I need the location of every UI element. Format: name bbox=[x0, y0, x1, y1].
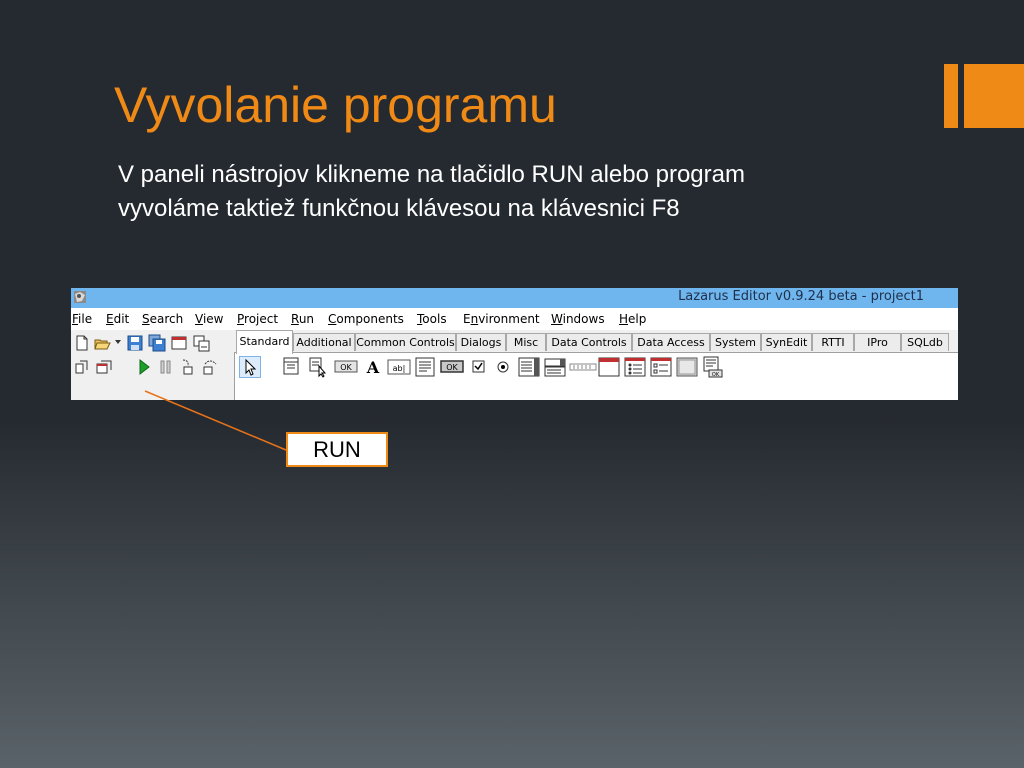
svg-text:OK: OK bbox=[340, 363, 352, 372]
menu-search[interactable]: Search bbox=[142, 312, 183, 326]
main-menu-icon[interactable] bbox=[281, 356, 305, 378]
listbox-icon[interactable] bbox=[517, 356, 541, 378]
menu-help[interactable]: Help bbox=[619, 312, 646, 326]
radiogroup-icon[interactable] bbox=[623, 356, 647, 378]
body-line-2: vyvoláme taktiež funkčnou klávesou na kl… bbox=[118, 195, 680, 222]
menu-tools[interactable]: Tools bbox=[417, 312, 447, 326]
window-title: Lazarus Editor v0.9.24 beta - project1 bbox=[678, 289, 924, 304]
svg-text:OK: OK bbox=[712, 372, 720, 378]
menu-edit[interactable]: Edit bbox=[106, 312, 129, 326]
tab-misc[interactable]: Misc bbox=[506, 333, 546, 351]
label-icon[interactable]: A bbox=[361, 356, 385, 378]
tab-dialogs[interactable]: Dialogs bbox=[456, 333, 506, 351]
svg-text:ab|: ab| bbox=[393, 364, 406, 373]
step-over-icon[interactable] bbox=[201, 358, 219, 376]
popup-menu-icon[interactable] bbox=[307, 356, 331, 378]
tab-ipro[interactable]: IPro bbox=[854, 333, 901, 351]
save-icon[interactable] bbox=[126, 334, 144, 352]
menu-view[interactable]: View bbox=[195, 312, 223, 326]
svg-text:A: A bbox=[366, 358, 380, 377]
tab-synedit[interactable]: SynEdit bbox=[761, 333, 812, 351]
menu-windows[interactable]: Windows bbox=[551, 312, 605, 326]
memo-icon[interactable] bbox=[413, 356, 437, 378]
panel-icon[interactable] bbox=[675, 356, 699, 378]
menu-run[interactable]: Run bbox=[291, 312, 314, 326]
chevron-down-icon[interactable] bbox=[114, 336, 122, 354]
run-icon[interactable] bbox=[135, 358, 153, 376]
view-units-icon[interactable] bbox=[73, 358, 91, 376]
ide-screenshot: Lazarus Editor v0.9.24 beta - project1 F… bbox=[71, 288, 958, 400]
combobox-icon[interactable] bbox=[543, 356, 567, 378]
menu-components[interactable]: Components bbox=[328, 312, 404, 326]
menu-file[interactable]: File bbox=[72, 312, 92, 326]
tab-rtti[interactable]: RTTI bbox=[812, 333, 854, 351]
tab-system[interactable]: System bbox=[710, 333, 761, 351]
edit-icon[interactable]: ab| bbox=[387, 356, 411, 378]
tab-data-controls[interactable]: Data Controls bbox=[546, 333, 632, 351]
slide-body: V paneli nástrojov klikneme na tlačidlo … bbox=[118, 158, 938, 226]
window-titlebar: Lazarus Editor v0.9.24 beta - project1 bbox=[71, 288, 958, 308]
menu-bar: File Edit Search View Project Run Compon… bbox=[71, 309, 958, 329]
step-into-icon[interactable] bbox=[179, 358, 197, 376]
speed-buttons bbox=[71, 330, 234, 400]
tab-sqldb[interactable]: SQLdb bbox=[901, 333, 949, 351]
accent-bar-thin bbox=[944, 64, 958, 128]
open-file-icon[interactable] bbox=[93, 334, 111, 352]
new-form-icon[interactable] bbox=[170, 334, 188, 352]
pause-icon[interactable] bbox=[157, 358, 175, 376]
radio-button-icon[interactable] bbox=[491, 356, 515, 378]
tab-common-controls[interactable]: Common Controls bbox=[355, 333, 456, 351]
toggle-form-icon[interactable] bbox=[192, 334, 210, 352]
tab-additional[interactable]: Additional bbox=[293, 333, 355, 351]
toggle-box-icon[interactable]: OK bbox=[439, 356, 465, 378]
scrollbar-icon[interactable] bbox=[569, 356, 597, 378]
svg-text:OK: OK bbox=[446, 363, 458, 372]
body-line-1: V paneli nástrojov klikneme na tlačidlo … bbox=[118, 161, 745, 188]
tab-standard[interactable]: Standard bbox=[236, 330, 293, 354]
button-icon[interactable]: OK bbox=[333, 356, 359, 378]
actionlist-icon[interactable]: OK bbox=[701, 356, 725, 378]
tab-data-access[interactable]: Data Access bbox=[632, 333, 710, 351]
accent-bar-wide bbox=[964, 64, 1024, 128]
menu-environment[interactable]: Environment bbox=[463, 312, 540, 326]
arrow-cursor-icon bbox=[245, 358, 257, 376]
component-palette-tabs: Standard Additional Common Controls Dial… bbox=[234, 330, 958, 354]
groupbox-icon[interactable] bbox=[597, 356, 621, 378]
checkbox-icon[interactable] bbox=[467, 356, 491, 378]
menu-project[interactable]: Project bbox=[237, 312, 278, 326]
checkgroup-icon[interactable] bbox=[649, 356, 673, 378]
view-forms-icon[interactable] bbox=[95, 358, 113, 376]
run-callout-label: RUN bbox=[286, 432, 388, 467]
save-all-icon[interactable] bbox=[148, 334, 166, 352]
component-palette: OK A ab| OK OK bbox=[234, 353, 958, 400]
pointer-tool[interactable] bbox=[239, 356, 261, 378]
lazarus-app-icon[interactable] bbox=[73, 290, 87, 304]
slide-title: Vyvolanie programu bbox=[114, 77, 557, 133]
new-file-icon[interactable] bbox=[73, 334, 91, 352]
